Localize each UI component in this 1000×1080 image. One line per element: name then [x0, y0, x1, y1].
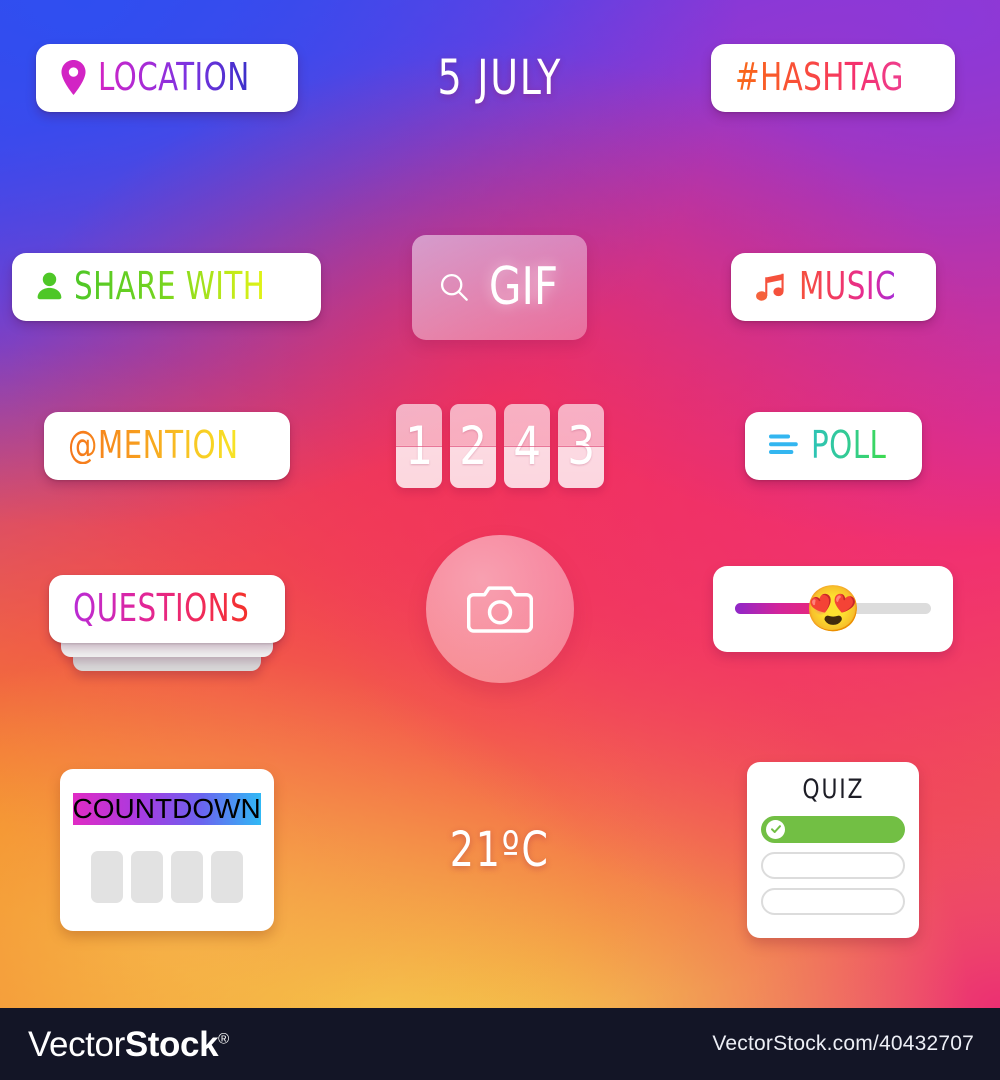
map-pin-icon — [60, 59, 87, 95]
counter-digit: 2 — [449, 404, 496, 488]
countdown-boxes — [90, 850, 243, 903]
registered-mark: ® — [218, 1029, 229, 1047]
mention-label: @MENTION — [67, 423, 239, 467]
sticker-grid: LOCATION 5 JULY #HASHTAG SHARE WITH GIF … — [0, 0, 1000, 1008]
logo-light-text: Vector — [28, 1024, 125, 1064]
questions-card: QUESTIONS — [48, 574, 285, 643]
countdown-box — [130, 850, 163, 903]
countdown-label: COUNTDOWN — [72, 792, 261, 825]
poll-bars-icon — [768, 431, 800, 459]
counter-digit: 4 — [503, 404, 550, 488]
slider-wrap: 😍 — [735, 584, 932, 634]
grid-cell: POLL — [667, 412, 1000, 480]
location-label: LOCATION — [97, 55, 250, 99]
quiz-option[interactable] — [761, 887, 906, 915]
counter-sticker[interactable]: 1 2 4 3 — [395, 404, 604, 488]
grid-cell: 1 2 4 3 — [333, 404, 666, 488]
grid-cell: @MENTION — [0, 412, 333, 480]
digit-value: 3 — [567, 415, 595, 477]
check-icon — [766, 819, 786, 839]
music-note-icon — [755, 270, 788, 303]
story-stickers-canvas: LOCATION 5 JULY #HASHTAG SHARE WITH GIF … — [0, 0, 1000, 1008]
date-sticker[interactable]: 5 JULY — [438, 54, 563, 102]
digit-value: 2 — [459, 415, 487, 477]
grid-cell: MUSIC — [667, 253, 1000, 321]
questions-sticker[interactable]: QUESTIONS — [48, 574, 285, 671]
countdown-box — [90, 850, 123, 903]
poll-label: POLL — [810, 423, 886, 467]
countdown-box — [170, 850, 203, 903]
quiz-option-correct[interactable] — [761, 815, 906, 843]
vectorstock-logo: VectorStock® — [28, 1027, 229, 1062]
person-icon — [36, 272, 63, 300]
quiz-option[interactable] — [761, 851, 906, 879]
logo-bold-text: Stock — [124, 1024, 219, 1064]
grid-cell — [333, 534, 666, 683]
gif-label: GIF — [488, 257, 558, 317]
counter-digit: 1 — [395, 404, 442, 488]
hashtag-sticker[interactable]: #HASHTAG — [711, 44, 956, 112]
quiz-sticker[interactable]: QUIZ — [747, 761, 920, 938]
grid-cell: GIF — [333, 234, 666, 340]
vectorstock-url: VectorStock.com/40432707 — [712, 1032, 974, 1055]
watermark-footer: VectorStock® VectorStock.com/40432707 — [0, 1008, 1000, 1080]
camera-icon — [466, 581, 533, 637]
music-label: MUSIC — [798, 264, 896, 308]
digit-value: 1 — [405, 415, 433, 477]
countdown-box — [210, 850, 243, 903]
grid-cell: #HASHTAG — [667, 44, 1000, 164]
grid-cell: 21ºC — [333, 826, 666, 874]
gif-sticker[interactable]: GIF — [412, 234, 588, 340]
grid-cell: LOCATION — [0, 44, 333, 164]
quiz-title: QUIZ — [802, 773, 865, 805]
countdown-sticker[interactable]: COUNTDOWN — [59, 768, 274, 931]
share-with-label: SHARE WITH — [74, 264, 266, 308]
slider-thumb-emoji[interactable]: 😍 — [805, 584, 861, 634]
temperature-sticker[interactable]: 21ºC — [450, 826, 550, 874]
grid-cell: COUNTDOWN — [0, 768, 333, 931]
grid-cell: SHARE WITH — [0, 253, 333, 321]
search-icon — [439, 272, 469, 302]
grid-cell: 5 JULY — [333, 54, 666, 154]
counter-digit: 3 — [557, 404, 604, 488]
music-sticker[interactable]: MUSIC — [730, 253, 936, 321]
questions-label: QUESTIONS — [72, 585, 249, 630]
grid-cell: 😍 — [667, 565, 1000, 652]
camera-button[interactable] — [425, 534, 574, 683]
emoji-slider-sticker[interactable]: 😍 — [713, 565, 954, 652]
mention-sticker[interactable]: @MENTION — [43, 412, 290, 480]
poll-sticker[interactable]: POLL — [744, 412, 923, 480]
digit-value: 4 — [513, 415, 541, 477]
share-with-sticker[interactable]: SHARE WITH — [12, 253, 321, 321]
hashtag-label: #HASHTAG — [735, 55, 905, 99]
grid-cell: QUESTIONS — [0, 574, 333, 671]
grid-cell: QUIZ — [667, 761, 1000, 938]
location-sticker[interactable]: LOCATION — [35, 44, 298, 112]
